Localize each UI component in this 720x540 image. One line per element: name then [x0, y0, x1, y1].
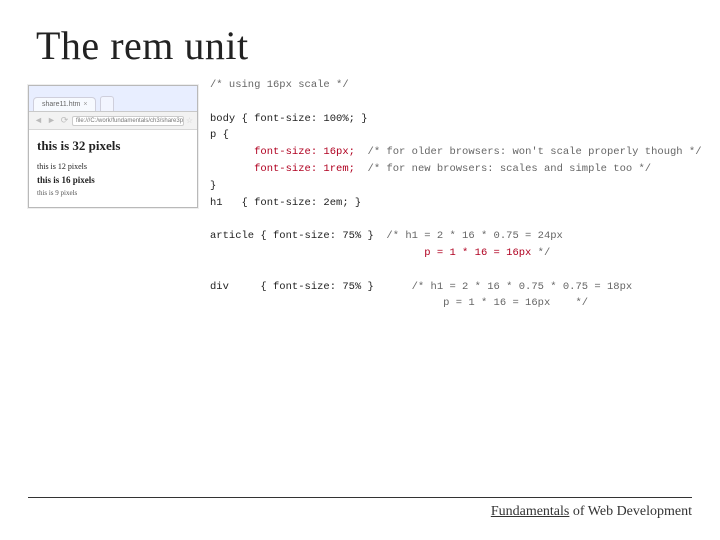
- code-line: article { font-size: 75% }: [210, 230, 374, 242]
- code-line: /* h1 = 2 * 16 * 0.75 * 0.75 = 18px: [374, 281, 632, 293]
- browser-tabbar: share11.htm ×: [29, 86, 197, 112]
- code-line: p = 1 * 16 = 16px: [210, 247, 531, 259]
- reload-icon[interactable]: ⟳: [59, 115, 70, 126]
- close-icon[interactable]: ×: [83, 101, 87, 108]
- code-line: h1 { font-size: 2em; }: [210, 197, 361, 209]
- code-line: p = 1 * 16 = 16px */: [210, 297, 588, 309]
- browser-mock: share11.htm × ◄ ► ⟳ file:///C:/work/fund…: [28, 85, 198, 208]
- sample-p-12: this is 12 pixels: [37, 162, 189, 171]
- code-line: p {: [210, 129, 229, 141]
- bookmark-icon[interactable]: ☆: [186, 116, 193, 125]
- sample-h-32: this is 32 pixels: [37, 138, 189, 154]
- sample-p-9: this is 9 pixels: [37, 189, 189, 197]
- back-icon[interactable]: ◄: [33, 115, 44, 126]
- tab-label: share11.htm: [42, 101, 80, 108]
- forward-icon[interactable]: ►: [46, 115, 57, 126]
- browser-tab[interactable]: share11.htm ×: [33, 97, 96, 111]
- browser-toolbar: ◄ ► ⟳ file:///C:/work/fundamentals/ch3/s…: [29, 112, 197, 130]
- code-line: font-size: 16px;: [210, 146, 355, 158]
- slide: The rem unit share11.htm × ◄ ► ⟳ file://…: [0, 0, 720, 540]
- footer-underlined: Fundamentals: [491, 504, 570, 519]
- page-title: The rem unit: [36, 22, 692, 69]
- code-line: */: [531, 247, 550, 259]
- code-line: body { font-size: 100%; }: [210, 113, 368, 125]
- code-line: /* using 16px scale */: [210, 79, 349, 91]
- rendered-page: this is 32 pixels this is 12 pixels this…: [29, 130, 197, 207]
- code-line: /* for new browsers: scales and simple t…: [355, 163, 651, 175]
- footer-rest: of Web Development: [569, 504, 692, 519]
- code-line: /* for older browsers: won't scale prope…: [355, 146, 702, 158]
- sample-h-16: this is 16 pixels: [37, 175, 189, 185]
- content-row: share11.htm × ◄ ► ⟳ file:///C:/work/fund…: [28, 77, 692, 312]
- code-block: /* using 16px scale */ body { font-size:…: [210, 77, 702, 312]
- code-line: /* h1 = 2 * 16 * 0.75 = 24px: [374, 230, 563, 242]
- code-line: }: [210, 180, 216, 192]
- url-field[interactable]: file:///C:/work/fundamentals/ch3/share3p…: [72, 116, 184, 126]
- code-line: font-size: 1rem;: [210, 163, 355, 175]
- new-tab-icon[interactable]: [100, 96, 114, 111]
- code-line: div { font-size: 75% }: [210, 281, 374, 293]
- footer: Fundamentals of Web Development: [28, 497, 692, 520]
